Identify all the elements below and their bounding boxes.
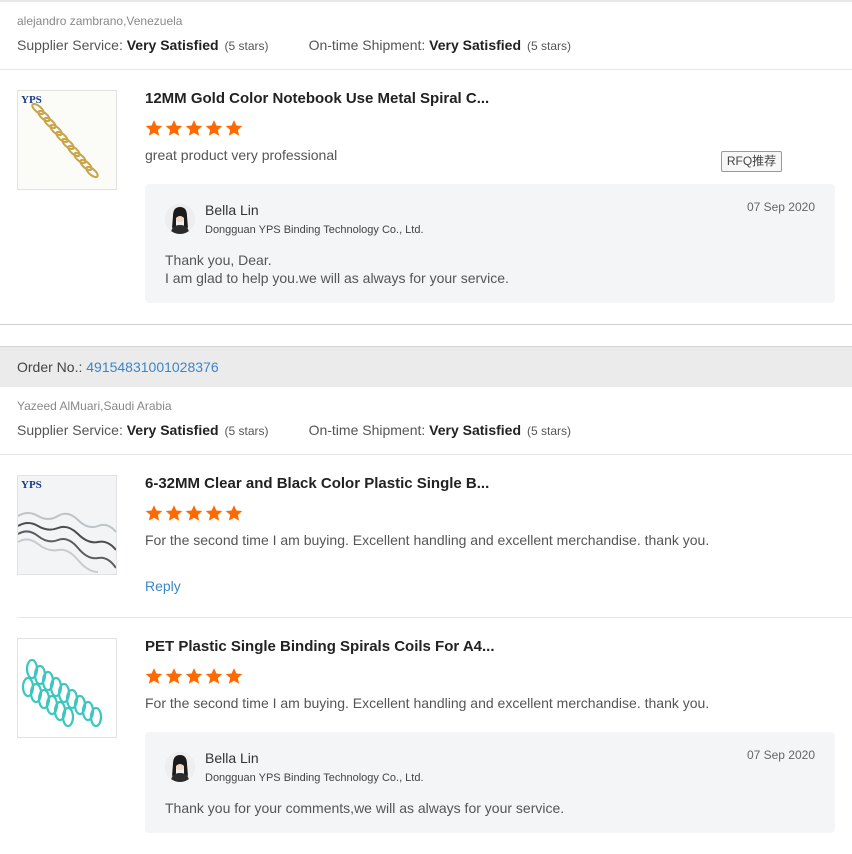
order-number-link[interactable]: 49154831001028376 [86,359,218,375]
star-icon [205,505,223,521]
reply-message: Thank you, Dear. I am glad to help you.w… [165,251,509,287]
product-thumbnail[interactable]: YPS [17,475,117,575]
star-icon [165,120,183,136]
order-label: Order No.: [17,359,83,375]
teal-spiral-image [18,639,116,737]
supplier-ratings: Supplier Service: Very Satisfied (5 stars… [17,37,571,53]
rfq-tag[interactable]: RFQ推荐 [721,151,782,172]
reply-company: Dongguan YPS Binding Technology Co., Ltd… [205,224,424,236]
star-icon [225,120,243,136]
supplier-reply: Bella Lin Dongguan YPS Binding Technolog… [145,732,835,833]
product-thumbnail[interactable] [17,638,117,738]
star-icon [185,120,203,136]
star-icon [225,668,243,684]
divider [17,617,852,618]
supplier-service-stars: (5 stars) [224,39,269,53]
reply-line: I am glad to help you.we will as always … [165,270,509,286]
reply-date: 07 Sep 2020 [746,200,815,214]
star-icon [145,120,163,136]
reply-date: 07 Sep 2020 [746,748,815,762]
review-comment: great product very professional [145,147,338,163]
thumb-logo: YPS [21,479,42,491]
thumb-logo: YPS [21,94,42,106]
star-icon [225,505,243,521]
plastic-spiral-image: YPS [18,476,116,574]
star-icon [205,120,223,136]
product-title[interactable]: PET Plastic Single Binding Spirals Coils… [145,638,495,655]
supplier-service-label: Supplier Service: [17,422,123,438]
star-icon [145,505,163,521]
reply-company: Dongguan YPS Binding Technology Co., Ltd… [205,772,424,784]
star-rating [145,119,243,137]
divider [0,454,852,455]
supplier-service-value: Very Satisfied [126,422,219,438]
reply-line: Thank you, Dear. [165,252,272,268]
product-title[interactable]: 6-32MM Clear and Black Color Plastic Sin… [145,475,489,492]
shipment-value: Very Satisfied [429,422,521,438]
top-divider [0,0,852,2]
shipment-label: On-time Shipment: [308,422,426,438]
reply-link[interactable]: Reply [145,578,181,594]
star-icon [185,668,203,684]
supplier-reply: Bella Lin Dongguan YPS Binding Technolog… [145,184,835,303]
buyer-name: alejandro zambrano,Venezuela [17,14,183,28]
buyer-name: Yazeed AlMuari,Saudi Arabia [17,399,172,413]
star-icon [165,668,183,684]
reply-message: Thank you for your comments,we will as a… [165,799,564,817]
review-comment: For the second time I am buying. Excelle… [145,695,710,711]
star-rating [145,667,243,685]
order-number: Order No.: 49154831001028376 [17,359,219,375]
supplier-ratings: Supplier Service: Very Satisfied (5 stars… [17,422,571,438]
section-divider [0,324,852,325]
star-rating [145,504,243,522]
avatar [165,752,195,782]
supplier-service-label: Supplier Service: [17,37,123,53]
star-icon [165,505,183,521]
review-comment: For the second time I am buying. Excelle… [145,532,710,548]
product-thumbnail[interactable]: YPS [17,90,117,190]
reply-author-name: Bella Lin [205,202,259,218]
shipment-stars: (5 stars) [527,39,572,53]
shipment-stars: (5 stars) [527,424,572,438]
gold-spiral-image: YPS [18,91,116,189]
reply-line: Thank you for your comments,we will as a… [165,800,565,816]
star-icon [145,668,163,684]
supplier-service-value: Very Satisfied [126,37,219,53]
product-title[interactable]: 12MM Gold Color Notebook Use Metal Spira… [145,90,489,107]
star-icon [205,668,223,684]
reply-author-name: Bella Lin [205,750,259,766]
star-icon [185,505,203,521]
avatar [165,204,195,234]
order-bar: Order No.: 49154831001028376 [0,346,852,387]
supplier-service-stars: (5 stars) [224,424,269,438]
divider [0,69,852,70]
shipment-label: On-time Shipment: [308,37,426,53]
shipment-value: Very Satisfied [429,37,521,53]
